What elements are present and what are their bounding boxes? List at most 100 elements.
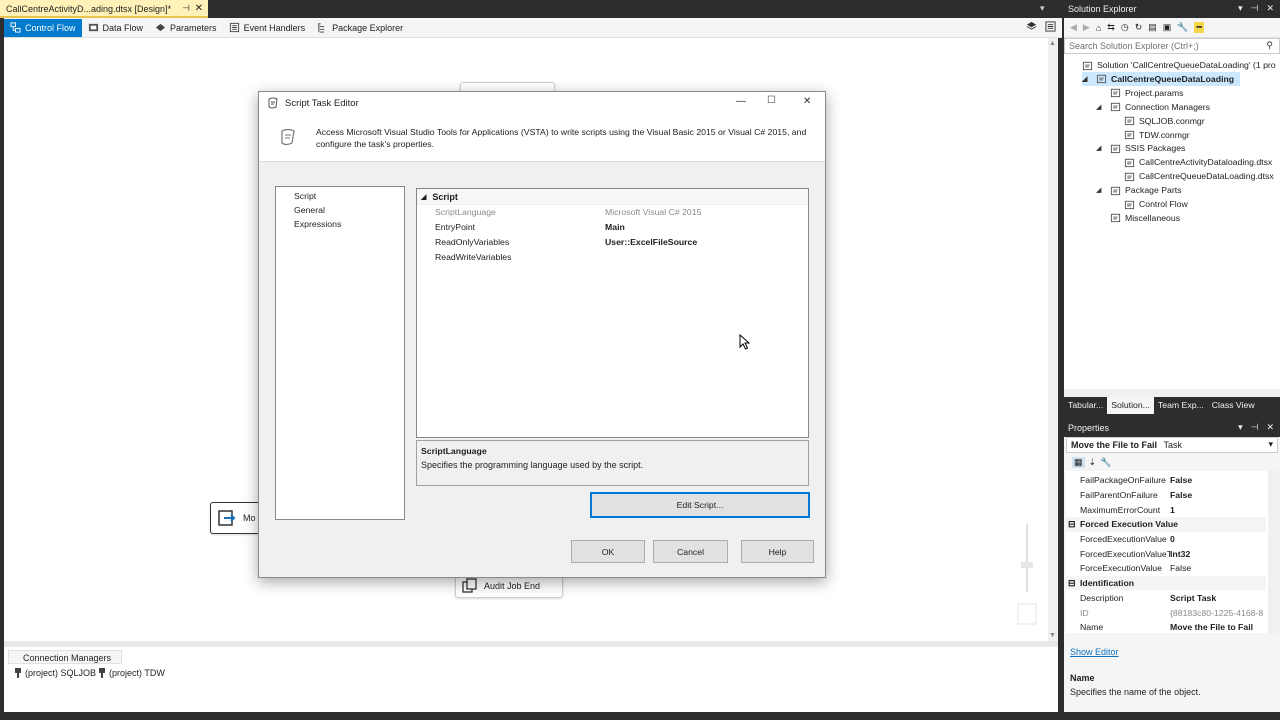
pin-icon[interactable]: ⊣ (1251, 3, 1259, 14)
bottom-tab[interactable]: Solution... (1107, 397, 1154, 414)
canvas-vertical-scrollbar[interactable]: ▲ ▼ (1048, 38, 1058, 641)
properties-icon[interactable]: 🔧 (1177, 22, 1188, 33)
property-category[interactable]: ⊟ Forced Execution Value (1066, 517, 1266, 532)
property-row[interactable]: ForcedExecutionValueTypeInt32 (1066, 547, 1266, 562)
tab-parameters[interactable]: Parameters (149, 19, 223, 37)
package-icon[interactable] (1026, 21, 1037, 32)
collapse-icon[interactable]: ⊟ (1068, 519, 1076, 530)
variables-icon[interactable] (1045, 21, 1056, 32)
tree-item[interactable]: ◢ Connection Managers (1096, 100, 1210, 114)
property-row-readonlyvariables[interactable]: ReadOnlyVariables User::ExcelFileSource (417, 235, 808, 250)
scroll-down-icon[interactable]: ▼ (1049, 632, 1056, 639)
tab-dropdown-icon[interactable]: ▾ (1040, 3, 1045, 14)
tree-item[interactable]: CallCentreQueueDataLoading.dtsx (1110, 169, 1274, 183)
minimize-icon[interactable]: — (736, 96, 746, 107)
pin-icon[interactable]: ⊣ (182, 3, 190, 14)
task-label: Mo (243, 513, 256, 523)
back-icon[interactable]: ◀ (1070, 22, 1077, 33)
tree-item[interactable]: TDW.conmgr (1110, 128, 1190, 142)
panel-menu-icon[interactable]: ▾ (1238, 422, 1243, 433)
bottom-tab[interactable]: Team Exp... (1154, 397, 1208, 414)
property-row-readwritevariables[interactable]: ReadWriteVariables (417, 249, 808, 264)
sync-icon[interactable]: ⇆ (1107, 22, 1115, 33)
connection-manager-tdw[interactable]: (project) TDW (98, 668, 165, 678)
refresh-icon[interactable]: ↻ (1135, 22, 1143, 33)
show-all-files-icon[interactable]: ▣ (1163, 22, 1172, 33)
preview-icon[interactable]: ━ (1194, 22, 1204, 33)
help-button[interactable]: Help (741, 540, 814, 563)
connection-manager-sqljob[interactable]: (project) SQLJOB (14, 668, 96, 678)
maximize-icon[interactable]: ☐ (767, 95, 776, 106)
tree-item[interactable]: CallCentreActivityDataloading.dtsx (1110, 155, 1272, 169)
ok-button[interactable]: OK (571, 540, 645, 563)
properties-scrollbar[interactable] (1268, 471, 1280, 633)
close-icon[interactable]: ✕ (1266, 3, 1274, 14)
expander-icon[interactable]: ◢ (1096, 103, 1106, 111)
tree-item[interactable]: SQLJOB.conmgr (1110, 114, 1205, 128)
property-row[interactable]: ID {88183c80-1225-4168-8 (1066, 605, 1266, 620)
dialog-titlebar[interactable]: Script Task Editor — ☐ ✕ (259, 92, 825, 114)
tab-control-flow[interactable]: Control Flow (4, 18, 82, 37)
property-row[interactable]: Description Script Task (1066, 591, 1266, 606)
search-input[interactable]: Search Solution Explorer (Ctrl+;) ⚲ (1064, 38, 1280, 54)
dialog-nav-list: Script General Expressions (275, 186, 405, 520)
property-row[interactable]: ForceExecutionValue False (1066, 561, 1266, 576)
forward-icon[interactable]: ▶ (1083, 22, 1090, 33)
close-tab-icon[interactable]: ✕ (195, 3, 203, 14)
tree-item[interactable]: Project.params (1096, 86, 1183, 100)
close-icon[interactable]: ✕ (803, 96, 811, 107)
tree-item[interactable]: Control Flow (1110, 197, 1188, 211)
tree-item[interactable]: Miscellaneous (1096, 211, 1180, 225)
alphabetical-icon[interactable]: ⇣ (1089, 457, 1097, 468)
chevron-down-icon[interactable]: ▾ (1268, 439, 1273, 450)
zoom-control[interactable] (1016, 512, 1038, 632)
pin-icon[interactable]: ⊣ (1251, 422, 1259, 433)
tree-item[interactable]: ◢ CallCentreQueueDataLoading (1082, 71, 1241, 86)
collapse-all-icon[interactable]: ▤ (1148, 22, 1157, 33)
collapse-icon[interactable]: ◢ (421, 193, 426, 201)
tab-data-flow[interactable]: Data Flow (82, 19, 150, 37)
tab-event-handlers[interactable]: Event Handlers (223, 19, 312, 37)
property-row-scriptlanguage[interactable]: ScriptLanguage Microsoft Visual C# 2015 (417, 205, 808, 220)
scroll-up-icon[interactable]: ▲ (1049, 40, 1056, 47)
property-pages-icon[interactable]: 🔧 (1100, 457, 1111, 468)
document-tab[interactable]: CallCentreActivityD...ading.dtsx [Design… (0, 0, 208, 18)
property-category[interactable]: ⊟ Identification (1066, 575, 1266, 591)
cancel-button[interactable]: Cancel (653, 540, 728, 563)
property-row[interactable]: MaximumErrorCount 1 (1066, 502, 1266, 517)
property-row-entrypoint[interactable]: EntryPoint Main (417, 220, 808, 235)
object-selector[interactable]: Move the File to Fail Task ▾ (1066, 437, 1278, 453)
expander-icon[interactable]: ◢ (1096, 186, 1106, 194)
nav-item-expressions[interactable]: Expressions (276, 217, 404, 231)
categorized-icon[interactable]: ▦ (1072, 456, 1085, 468)
panel-menu-icon[interactable]: ▾ (1238, 3, 1243, 14)
properties-panel: Properties ▾ ⊣ ✕ Move the File to Fail T… (1064, 419, 1280, 712)
tab-label: Control Flow (25, 22, 76, 33)
expander-icon[interactable]: ◢ (1096, 144, 1106, 152)
solution-explorer-titlebar[interactable]: Solution Explorer ▾ ⊣ ✕ (1064, 0, 1280, 18)
expander-icon[interactable]: ◢ (1082, 75, 1092, 83)
tree-item[interactable]: ◢ SSIS Packages (1096, 141, 1185, 155)
bottom-tab[interactable]: Tabular... (1064, 397, 1107, 414)
search-icon[interactable]: ⚲ (1266, 40, 1273, 51)
properties-titlebar[interactable]: Properties ▾ ⊣ ✕ (1064, 419, 1280, 437)
bottom-tab[interactable]: Class View (1208, 397, 1259, 414)
tree-item[interactable]: ◢ Package Parts (1096, 183, 1182, 197)
property-row[interactable]: Name Move the File to Fail (1066, 620, 1266, 635)
tree-item[interactable]: Solution 'CallCentreQueueDataLoading' (1… (1068, 58, 1276, 72)
pending-changes-icon[interactable]: ◷ (1121, 22, 1129, 33)
property-description-title: ScriptLanguage (421, 446, 487, 456)
connection-managers-tab[interactable]: Connection Managers (8, 650, 122, 664)
edit-script-button[interactable]: Edit Script... (590, 492, 810, 518)
property-row[interactable]: ForcedExecutionValue 0 (1066, 532, 1266, 547)
close-icon[interactable]: ✕ (1266, 422, 1274, 433)
property-row[interactable]: FailParentOnFailure False (1066, 488, 1266, 503)
property-category-script[interactable]: ◢ Script (417, 189, 808, 205)
collapse-icon[interactable]: ⊟ (1068, 578, 1076, 589)
property-row[interactable]: FailPackageOnFailure False (1066, 473, 1266, 488)
tab-package-explorer[interactable]: Package Explorer (311, 19, 409, 37)
home-icon[interactable]: ⌂ (1096, 23, 1101, 33)
nav-item-general[interactable]: General (276, 203, 404, 217)
show-editor-link[interactable]: Show Editor (1070, 647, 1119, 657)
nav-item-script[interactable]: Script (276, 189, 404, 203)
